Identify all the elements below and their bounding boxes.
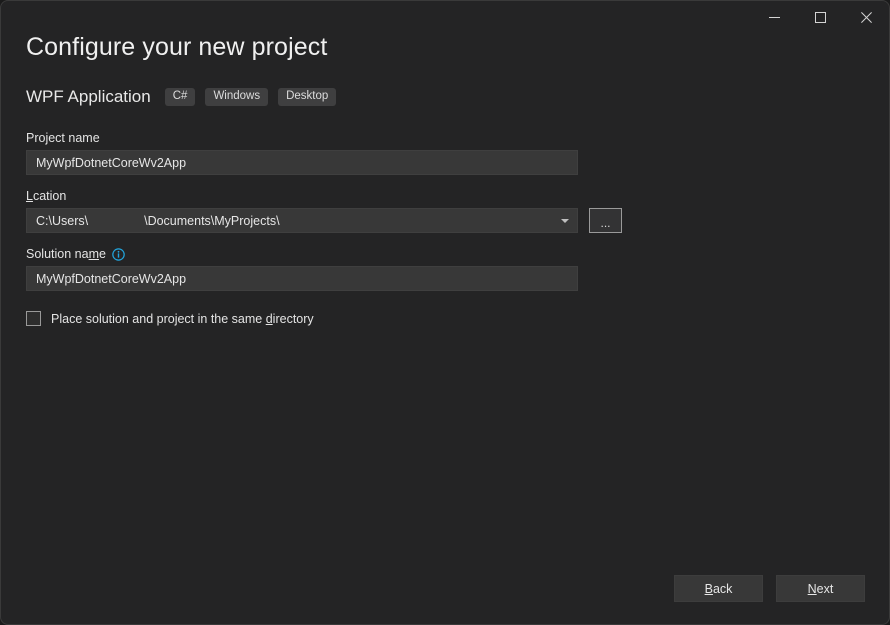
location-label-text: Lcation	[26, 189, 66, 203]
location-value-prefix: C:\Users\	[36, 214, 88, 228]
solution-name-value: MyWpfDotnetCoreWv2App	[36, 272, 186, 286]
same-directory-checkbox[interactable]	[26, 311, 41, 326]
next-button-accel: N	[808, 582, 817, 596]
same-directory-checkbox-row[interactable]: Place solution and project in the same d…	[26, 311, 866, 326]
info-icon[interactable]	[112, 248, 125, 261]
project-name-value: MyWpfDotnetCoreWv2App	[36, 156, 186, 170]
location-label: Lcation	[26, 189, 866, 203]
spacer-2	[26, 233, 866, 247]
solution-name-input[interactable]: MyWpfDotnetCoreWv2App	[26, 266, 578, 291]
title-bar	[1, 1, 889, 33]
template-name: WPF Application	[26, 87, 151, 107]
same-directory-label-pre: Place solution and project in the same	[51, 312, 266, 326]
solution-name-label-post: e	[99, 247, 106, 261]
maximize-icon	[815, 12, 826, 23]
tag-language: C#	[165, 88, 196, 107]
template-summary: WPF Application C# Windows Desktop	[26, 87, 336, 107]
close-button[interactable]	[843, 1, 889, 33]
page-title: Configure your new project	[26, 33, 327, 62]
configure-project-dialog: Configure your new project WPF Applicati…	[0, 0, 890, 625]
location-row: C:\Users\ \Documents\MyProjects\ ...	[26, 208, 866, 233]
back-button-rest: ack	[713, 582, 732, 596]
dialog-footer: Back Next	[674, 575, 865, 602]
location-value-suffix: \Documents\MyProjects\	[144, 214, 279, 228]
same-directory-label: Place solution and project in the same d…	[51, 312, 314, 326]
solution-name-label-accel: m	[89, 247, 99, 261]
tag-project-type: Desktop	[278, 88, 336, 107]
back-button[interactable]: Back	[674, 575, 763, 602]
project-config-form: Project name MyWpfDotnetCoreWv2App Lcati…	[26, 131, 866, 326]
chevron-down-icon	[561, 219, 569, 223]
minimize-icon	[769, 12, 780, 23]
location-combobox[interactable]: C:\Users\ \Documents\MyProjects\	[26, 208, 578, 233]
browse-location-button[interactable]: ...	[589, 208, 622, 233]
solution-name-label-text: Solution name	[26, 247, 106, 261]
same-directory-label-post: irectory	[273, 312, 314, 326]
back-button-accel: B	[705, 582, 713, 596]
same-directory-label-accel: d	[266, 312, 273, 326]
tag-platform: Windows	[205, 88, 268, 107]
project-name-input[interactable]: MyWpfDotnetCoreWv2App	[26, 150, 578, 175]
project-name-label: Project name	[26, 131, 866, 145]
solution-name-label-pre: Solution na	[26, 247, 89, 261]
location-label-accel: L	[26, 189, 33, 203]
close-icon	[861, 12, 872, 23]
maximize-button[interactable]	[797, 1, 843, 33]
spacer-1	[26, 175, 866, 189]
next-button[interactable]: Next	[776, 575, 865, 602]
solution-name-label: Solution name	[26, 247, 866, 261]
project-name-label-text: Project name	[26, 131, 100, 145]
location-label-rest: cation	[33, 189, 66, 203]
minimize-button[interactable]	[751, 1, 797, 33]
next-button-rest: ext	[817, 582, 834, 596]
